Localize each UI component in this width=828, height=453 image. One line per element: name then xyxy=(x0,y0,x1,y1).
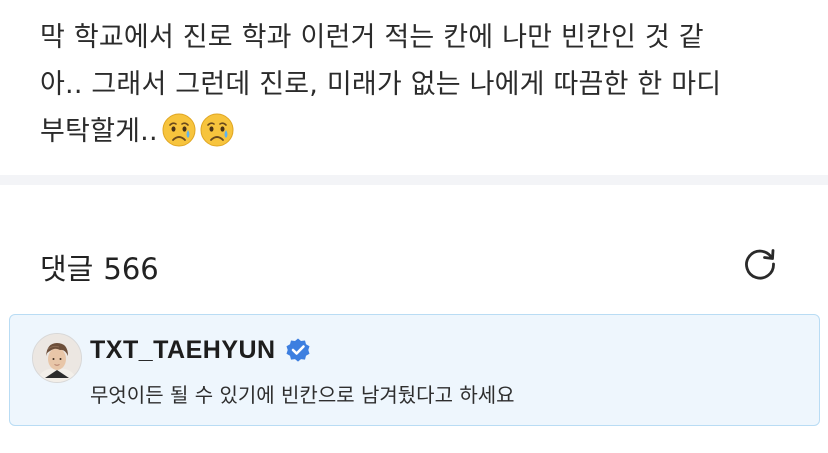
crying-face-emoji-icon xyxy=(162,113,196,147)
comment-header: 댓글 566 xyxy=(0,236,828,292)
author-name[interactable]: TXT_TAEHYUN xyxy=(90,336,276,365)
avatar[interactable] xyxy=(32,333,82,383)
post-detail-page: 막 학교에서 진로 학과 이런거 적는 칸에 나만 빈칸인 것 같 아.. 그래… xyxy=(0,0,828,453)
post-body: 막 학교에서 진로 학과 이런거 적는 칸에 나만 빈칸인 것 같 아.. 그래… xyxy=(40,14,800,155)
author-row: TXT_TAEHYUN xyxy=(90,335,312,365)
refresh-icon[interactable] xyxy=(738,242,782,286)
verified-badge-icon xyxy=(286,338,310,362)
post-line-last: 부탁할게.. xyxy=(40,108,800,155)
comment-count-label: 댓글 xyxy=(40,252,94,286)
post-line-text: 부탁할게.. xyxy=(40,116,158,147)
profile-photo-icon xyxy=(33,334,81,382)
comment-count: 댓글 566 xyxy=(40,246,159,288)
pinned-comment-card[interactable]: TXT_TAEHYUN 무엇이든 될 수 있기에 빈칸으로 남겨뒀다고 하세요 xyxy=(9,314,820,426)
comment-count-number: 566 xyxy=(103,252,159,286)
section-divider xyxy=(0,175,828,185)
post-line: 막 학교에서 진로 학과 이런거 적는 칸에 나만 빈칸인 것 같 xyxy=(40,22,704,53)
comment-text: 무엇이든 될 수 있기에 빈칸으로 남겨뒀다고 하세요 xyxy=(90,383,515,407)
post-line: 아.. 그래서 그런데 진로, 미래가 없는 나에게 따끔한 한 마디 xyxy=(40,69,722,100)
crying-face-emoji-icon xyxy=(200,113,234,147)
